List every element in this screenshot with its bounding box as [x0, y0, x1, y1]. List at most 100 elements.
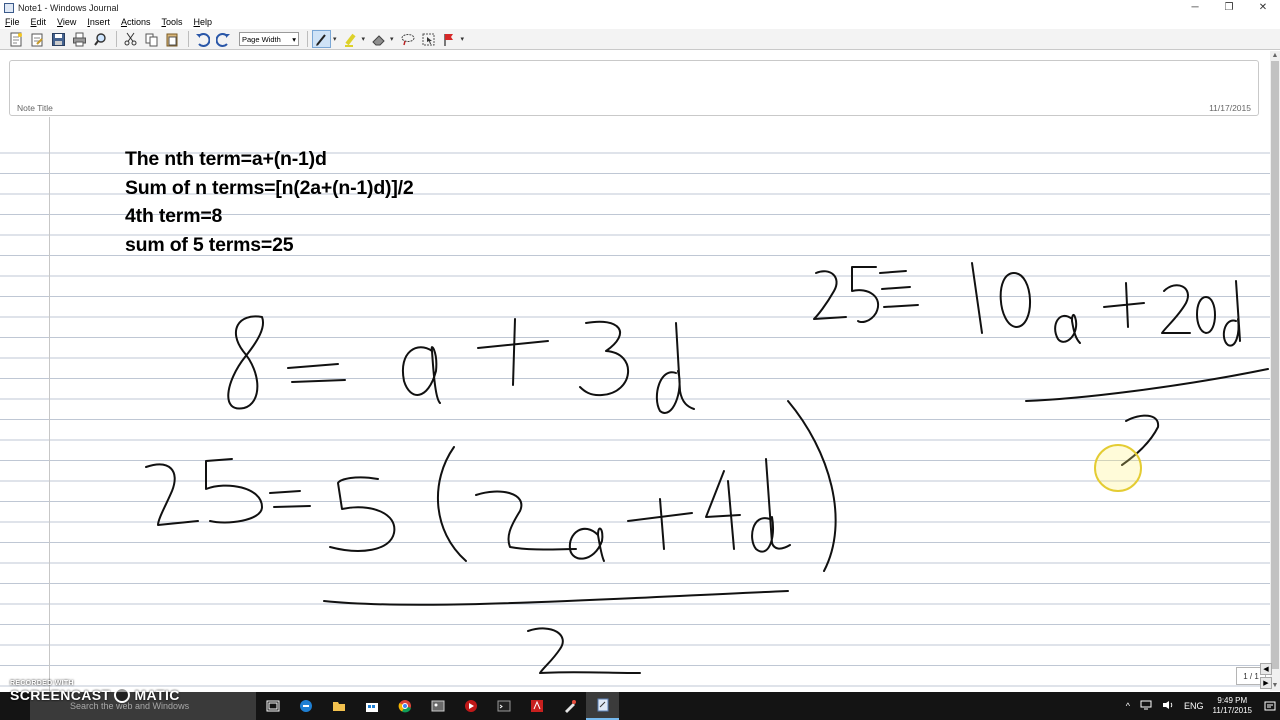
menu-tools[interactable]: Tools [161, 17, 182, 27]
pen-dropdown[interactable]: ▾ [333, 35, 337, 43]
page-navigation: ◀ ▶ [1260, 663, 1272, 689]
menu-insert[interactable]: Insert [87, 17, 110, 27]
redo-icon[interactable] [214, 30, 233, 48]
menu-edit[interactable]: Edit [31, 17, 47, 27]
paste-icon[interactable] [163, 30, 182, 48]
print-icon[interactable] [70, 30, 89, 48]
ink-plus [477, 318, 549, 386]
ink-digit-five [329, 476, 396, 552]
ink-digit-four [705, 470, 741, 550]
store-icon[interactable] [355, 692, 388, 720]
ink-letter-d [751, 458, 791, 553]
ink-fraction-bar [1025, 368, 1269, 402]
photos-icon[interactable] [421, 692, 454, 720]
watermark-caption: RECORDED WITH [10, 680, 74, 687]
system-tray: ^ ENG 9:49 PM 11/17/2015 [1121, 692, 1280, 720]
minimize-button[interactable]: ─ [1178, 0, 1212, 15]
title-bar: Note1 - Windows Journal ─ ❐ ✕ [0, 0, 1280, 15]
file-explorer-icon[interactable] [322, 692, 355, 720]
ink-equals [287, 363, 346, 383]
ink-digit-zero [1196, 296, 1216, 334]
cursor-highlight [1094, 444, 1142, 492]
vertical-scrollbar[interactable]: ▲ ▼ [1270, 51, 1280, 691]
ink-digits-25 [145, 458, 263, 526]
chrome-icon[interactable] [388, 692, 421, 720]
ink-open-paren [436, 446, 467, 562]
menu-bar: File Edit View Insert Actions Tools Help [0, 15, 1280, 28]
ink-equals [879, 270, 919, 308]
next-page-button[interactable]: ▶ [1260, 677, 1272, 689]
toolbar: Page Width ▾ ▾ ▾ ▾ ▾ [0, 29, 1280, 50]
eraser-dropdown[interactable]: ▾ [390, 35, 394, 43]
find-icon[interactable] [91, 30, 110, 48]
toolbar-separator [188, 31, 189, 47]
cut-icon[interactable] [121, 30, 140, 48]
ink-plus [1103, 282, 1145, 328]
ink-digit-two [1161, 284, 1191, 334]
ink-letter-a [1054, 314, 1081, 344]
chevron-down-icon: ▾ [292, 34, 296, 44]
ink-digit-zero [999, 272, 1031, 328]
handwriting-ink [145, 262, 1269, 674]
network-icon[interactable] [1140, 700, 1152, 712]
highlighter-dropdown[interactable]: ▾ [362, 35, 366, 43]
new-note-icon[interactable] [7, 30, 26, 48]
ink-fraction-bar [323, 590, 789, 606]
zoom-value: Page Width [242, 34, 281, 44]
undo-icon[interactable] [193, 30, 212, 48]
lasso-select-icon[interactable] [398, 30, 417, 48]
close-button[interactable]: ✕ [1246, 0, 1280, 15]
maximize-button[interactable]: ❐ [1212, 0, 1246, 15]
watermark-brand-left: SCREENCAST [10, 687, 111, 703]
selection-tool-icon[interactable] [419, 30, 438, 48]
clock[interactable]: 9:49 PM 11/17/2015 [1213, 696, 1252, 716]
paint-icon[interactable] [553, 692, 586, 720]
journal-app-icon [4, 2, 14, 13]
task-view-icon[interactable] [256, 692, 289, 720]
flag-dropdown[interactable]: ▾ [461, 35, 465, 43]
scroll-up-icon[interactable]: ▲ [1270, 51, 1280, 61]
highlighter-icon[interactable] [341, 30, 360, 48]
open-icon[interactable] [28, 30, 47, 48]
menu-actions[interactable]: Actions [121, 17, 151, 27]
save-icon[interactable] [49, 30, 68, 48]
notification-icon[interactable] [1260, 692, 1280, 720]
ink-plus [627, 498, 693, 550]
menu-file[interactable]: File [5, 17, 20, 27]
ink-digits-25 [813, 266, 879, 323]
acrobat-icon[interactable] [520, 692, 553, 720]
flag-icon[interactable] [440, 30, 459, 48]
ink-digit-two [475, 490, 577, 551]
terminal-icon[interactable] [487, 692, 520, 720]
ink-letter-d [655, 322, 695, 414]
pen-icon[interactable] [312, 30, 331, 48]
edge-icon[interactable] [289, 692, 322, 720]
toolbar-separator [307, 31, 308, 47]
tray-overflow-icon[interactable]: ^ [1126, 701, 1130, 711]
ink-letter-d [1222, 280, 1241, 347]
note-page[interactable]: Note Title 11/17/2015 The nth term=a+(n-… [0, 51, 1270, 691]
watermark-logo-icon [114, 687, 131, 703]
journal-window: Note1 - Windows Journal ─ ❐ ✕ File Edit … [0, 0, 1280, 720]
taskbar: Search the web and Windows ^ ENG 9:49 PM… [0, 692, 1280, 720]
ink-letter-a [401, 346, 441, 404]
journal-icon[interactable] [586, 692, 619, 720]
media-icon[interactable] [454, 692, 487, 720]
language-indicator[interactable]: ENG [1184, 701, 1204, 711]
menu-view[interactable]: View [57, 17, 76, 27]
volume-icon[interactable] [1162, 700, 1174, 712]
zoom-select[interactable]: Page Width ▾ [239, 32, 299, 46]
ink-digit-eight [227, 315, 264, 410]
ink-digit-two [527, 627, 641, 674]
watermark-brand-right: MATIC [134, 687, 180, 703]
ink-digit-one [971, 262, 983, 334]
previous-page-button[interactable]: ◀ [1260, 663, 1272, 675]
clock-date: 11/17/2015 [1212, 706, 1252, 715]
ink-digit-three [579, 320, 630, 397]
menu-help[interactable]: Help [193, 17, 212, 27]
eraser-icon[interactable] [369, 30, 388, 48]
scroll-thumb[interactable] [1271, 61, 1279, 669]
ink-close-paren [787, 400, 837, 572]
copy-icon[interactable] [142, 30, 161, 48]
ink-equals [269, 490, 311, 508]
